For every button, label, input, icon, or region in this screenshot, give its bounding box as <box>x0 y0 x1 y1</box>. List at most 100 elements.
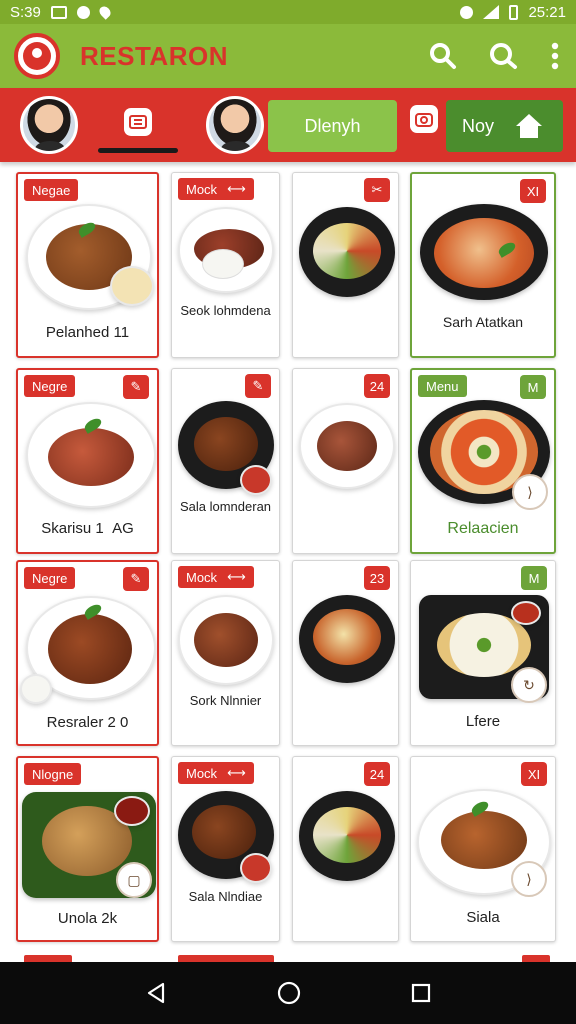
sauce-bowl <box>511 601 541 625</box>
round-action-button[interactable]: ↻ <box>511 667 547 703</box>
corner-badge[interactable]: M <box>521 566 547 590</box>
sauce-bowl <box>110 266 154 306</box>
share-badge[interactable]: ✂ <box>364 178 390 202</box>
card-label: Lfere <box>465 713 501 730</box>
user-avatar-2[interactable] <box>206 96 264 154</box>
app-title: RESTARON <box>80 40 228 71</box>
dish-card[interactable]: ✂ <box>292 172 399 358</box>
dish-card[interactable]: 24 <box>292 756 399 942</box>
dish-card[interactable]: Mock ⟷ Sala Nlndiae <box>171 756 280 942</box>
more-menu-button[interactable] <box>548 41 562 71</box>
status-bar: S:39 25:21 <box>0 0 576 24</box>
camera-button[interactable] <box>410 105 438 133</box>
food-portion <box>48 614 132 684</box>
status-time-right: 25:21 <box>528 3 566 21</box>
card-tag-label: Mock <box>186 181 218 197</box>
location-icon <box>97 4 113 20</box>
card-label: Resraler 2 0 <box>46 714 129 731</box>
nav-strip: Dlenyh Noy <box>0 88 576 162</box>
search-alt-button[interactable] <box>488 41 518 71</box>
restaurant-icon <box>129 115 147 129</box>
round-action-button[interactable]: ⟩ <box>511 861 547 897</box>
app-logo[interactable] <box>14 33 60 79</box>
recents-icon[interactable] <box>410 982 432 1004</box>
dish-card[interactable]: XI Sarh Atatkan <box>410 172 556 358</box>
card-label: Sala lomnderan <box>179 499 272 514</box>
dish-card[interactable]: Negae Pelanhed 11 <box>16 172 159 358</box>
dish-card[interactable]: ✎ Sala lomnderan <box>171 368 280 554</box>
dish-card[interactable]: 23 <box>292 560 399 746</box>
home-circle-icon[interactable] <box>276 980 302 1006</box>
dish-card[interactable]: XI ⟩ Siala <box>410 756 556 942</box>
search-button[interactable] <box>428 41 458 71</box>
card-label: Unola 2k <box>57 910 118 927</box>
noy-button[interactable]: Noy <box>446 100 563 152</box>
status-left: S:39 <box>10 3 113 21</box>
next-row-peek <box>522 955 550 962</box>
signal-icon <box>483 5 500 19</box>
dish-card[interactable]: M ↻ Lfere <box>410 560 556 746</box>
user-avatar-1[interactable] <box>20 96 78 154</box>
food-portion <box>192 805 256 859</box>
food-portion <box>313 609 381 665</box>
card-tag: Negae <box>24 179 79 201</box>
notification-icon <box>76 5 90 19</box>
share-badge[interactable]: ✎ <box>245 374 271 398</box>
gallery-icon <box>50 5 67 19</box>
tab-indicator <box>98 148 178 153</box>
back-icon[interactable] <box>144 981 168 1005</box>
dish-card[interactable]: Negre ✎ Skarisu 1 AG <box>16 368 159 554</box>
next-row-peek <box>24 955 72 962</box>
status-right: 25:21 <box>460 4 566 21</box>
rice-portion <box>202 249 244 279</box>
card-tag: Menu <box>418 375 467 397</box>
app-bar: RESTARON <box>0 24 576 88</box>
dish-card[interactable]: Negre ✎ Resraler 2 0 <box>16 560 159 746</box>
appbar-actions <box>428 41 562 71</box>
card-label: Seok lohmdena <box>180 303 271 318</box>
dish-card[interactable]: Menu M ⟩ Relaacien <box>410 368 556 554</box>
sauce-bowl <box>114 796 150 826</box>
food-portion <box>194 613 258 667</box>
food-portion <box>48 428 134 486</box>
card-tag: Negre <box>24 567 76 589</box>
card-tag-label: Mock <box>186 569 218 585</box>
corner-badge[interactable]: XI <box>520 179 546 203</box>
round-action-button[interactable]: ⟩ <box>512 474 548 510</box>
dlenyh-button[interactable]: Dlenyh <box>268 100 397 152</box>
corner-badge[interactable]: 24 <box>364 762 390 786</box>
card-tag: Negre <box>24 375 76 397</box>
tab-menu-icon[interactable] <box>124 108 152 136</box>
share-badge[interactable]: ✎ <box>123 375 149 399</box>
corner-badge[interactable]: XI <box>521 762 547 786</box>
sauce-bowl <box>20 674 52 704</box>
dish-card[interactable]: Mock ⟷ Seok lohmdena <box>171 172 280 358</box>
card-label: Pelanhed 11 <box>45 324 130 341</box>
dish-card[interactable]: Mock ⟷ Sork Nlnnier <box>171 560 280 746</box>
corner-badge[interactable]: 24 <box>364 374 390 398</box>
camera-icon <box>415 113 433 127</box>
card-tag: Mock ⟷ <box>178 178 254 200</box>
food-portion <box>441 811 527 869</box>
card-tag-label: Mock <box>186 765 218 781</box>
food-portion <box>313 223 381 279</box>
corner-badge[interactable]: 23 <box>364 566 390 590</box>
card-label: Sork Nlnnier <box>189 693 262 708</box>
arrow-icon: ⟷ <box>227 569 246 584</box>
arrow-icon: ⟷ <box>227 181 246 196</box>
card-label: Sala Nlndiae <box>188 889 263 904</box>
corner-badge[interactable]: M <box>520 375 546 399</box>
dish-card[interactable]: Nlogne ▢ Unola 2k <box>16 756 159 942</box>
more-vert-icon <box>551 42 559 70</box>
share-badge[interactable]: ✎ <box>123 567 149 591</box>
dish-card[interactable]: 24 <box>292 368 399 554</box>
sauce-bowl <box>240 465 272 495</box>
status-time-left: S:39 <box>10 3 41 21</box>
food-portion <box>194 417 258 471</box>
food-portion <box>317 421 377 471</box>
card-label: Relaacien <box>447 520 519 537</box>
card-label: Skarisu 1 AG <box>41 520 134 537</box>
food-portion <box>434 218 534 288</box>
round-action-button[interactable]: ▢ <box>116 862 152 898</box>
home-icon <box>516 114 543 138</box>
